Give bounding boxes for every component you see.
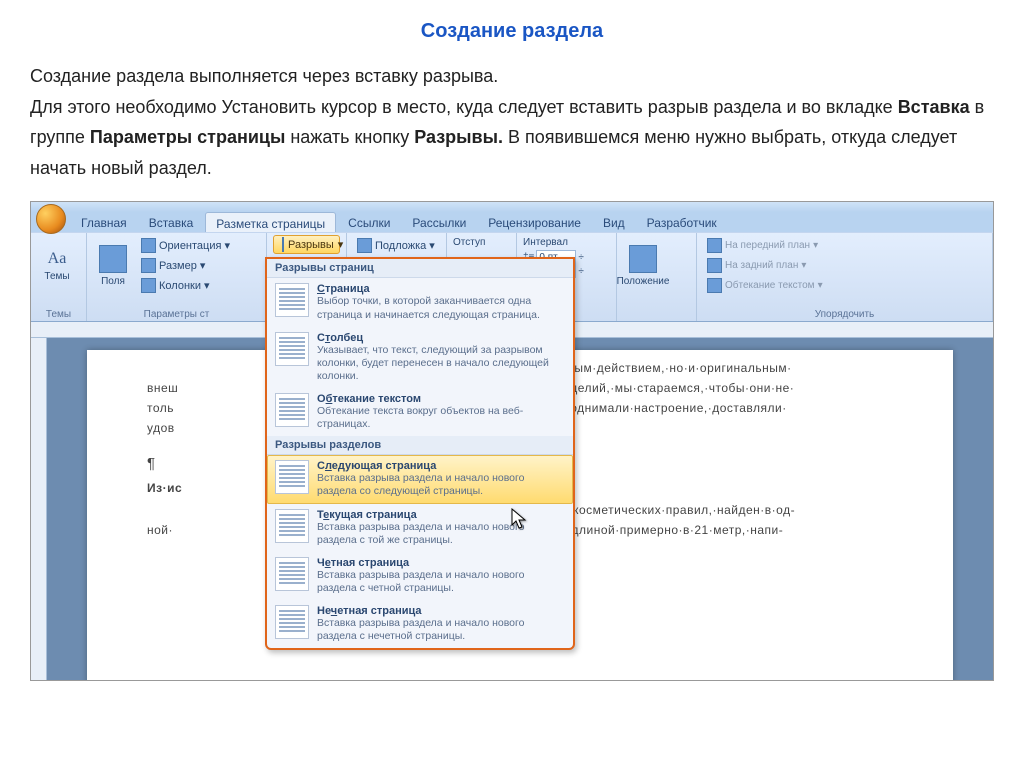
tab-mailings[interactable]: Рассылки: [402, 212, 476, 234]
size-button[interactable]: Размер ▾: [137, 256, 234, 275]
page-break-icon: [275, 283, 309, 317]
margins-button[interactable]: Поля: [93, 236, 133, 296]
send-back-button[interactable]: На задний план ▾: [703, 256, 986, 275]
interval-label: Интервал: [523, 237, 568, 248]
menu-item-page[interactable]: СтраницаВыбор точки, в которой заканчива…: [267, 278, 573, 326]
breaks-button[interactable]: Разрывы ▾: [273, 235, 340, 254]
menu-item-even-page[interactable]: Четная страницаВставка разрыва раздела и…: [267, 552, 573, 600]
tab-review[interactable]: Рецензирование: [478, 212, 591, 234]
tab-references[interactable]: Ссылки: [338, 212, 400, 234]
themes-button[interactable]: Aa Темы: [37, 236, 77, 296]
group-page-setup: Параметры ст: [87, 309, 266, 320]
breaks-dropdown: Разрывы страниц СтраницаВыбор точки, в к…: [265, 257, 575, 650]
position-button[interactable]: Положение: [623, 236, 663, 296]
menu-item-column[interactable]: СтолбецУказывает, что текст, следующий з…: [267, 327, 573, 388]
menu-item-continuous[interactable]: Текущая страницаВставка разрыва раздела …: [267, 504, 573, 552]
group-themes: Темы: [31, 309, 86, 320]
menu-item-odd-page[interactable]: Нечетная страницаВставка разрыва раздела…: [267, 600, 573, 648]
indent-label: Отступ: [453, 237, 485, 248]
column-break-icon: [275, 332, 309, 366]
tab-view[interactable]: Вид: [593, 212, 635, 234]
tab-developer[interactable]: Разработчик: [637, 212, 727, 234]
office-button[interactable]: [36, 204, 66, 234]
menu-item-next-page[interactable]: Следующая страницаВставка разрыва раздел…: [267, 455, 573, 503]
text-wrap-button[interactable]: Обтекание текстом ▾: [703, 276, 986, 295]
tab-page-layout[interactable]: Разметка страницы: [205, 212, 336, 234]
next-page-icon: [275, 460, 309, 494]
continuous-icon: [275, 509, 309, 543]
even-page-icon: [275, 557, 309, 591]
group-arrange: Упорядочить: [697, 309, 992, 320]
dropdown-header-page-breaks: Разрывы страниц: [267, 259, 573, 278]
intro-text: Создание раздела выполняется через встав…: [30, 61, 994, 183]
menu-item-textwrap[interactable]: Обтекание текстомОбтекание текста вокруг…: [267, 388, 573, 436]
ruler-vertical[interactable]: [31, 338, 47, 680]
bring-front-button[interactable]: На передний план ▾: [703, 236, 986, 255]
tab-insert[interactable]: Вставка: [139, 212, 204, 234]
orientation-button[interactable]: Ориентация ▾: [137, 236, 234, 255]
watermark-button[interactable]: Подложка ▾: [353, 236, 440, 255]
tab-home[interactable]: Главная: [71, 212, 137, 234]
page-title: Создание раздела: [30, 20, 994, 43]
ribbon-tabs: Главная Вставка Разметка страницы Ссылки…: [71, 212, 727, 234]
word-screenshot: Главная Вставка Разметка страницы Ссылки…: [30, 201, 994, 681]
textwrap-break-icon: [275, 393, 309, 427]
odd-page-icon: [275, 605, 309, 639]
columns-button[interactable]: Колонки ▾: [137, 276, 234, 295]
dropdown-header-section-breaks: Разрывы разделов: [267, 436, 573, 455]
